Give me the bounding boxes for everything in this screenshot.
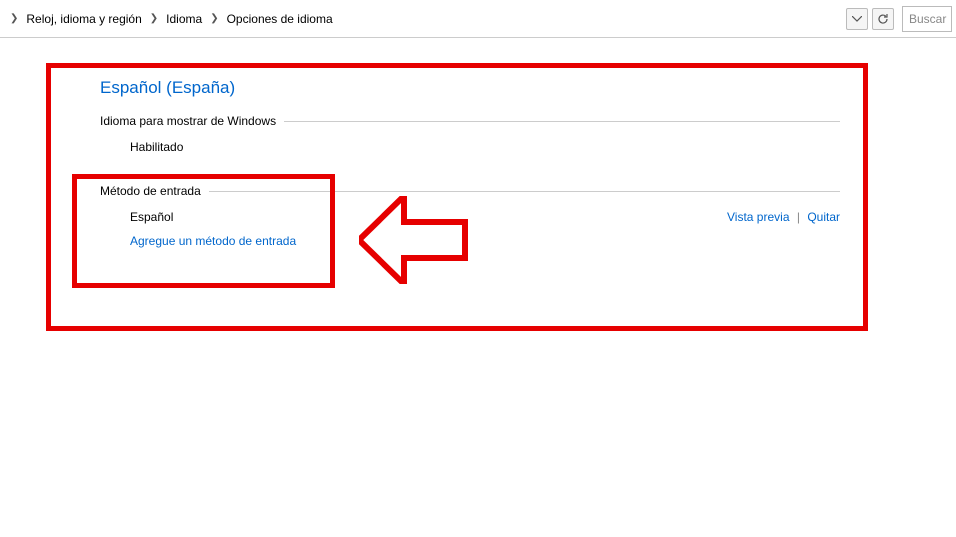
remove-link[interactable]: Quitar xyxy=(807,210,840,224)
separator: | xyxy=(793,210,804,224)
breadcrumb-item-options[interactable]: Opciones de idioma xyxy=(223,10,337,28)
add-input-method-link[interactable]: Agregue un método de entrada xyxy=(100,234,840,248)
history-dropdown-button[interactable] xyxy=(846,8,868,30)
display-language-status: Habilitado xyxy=(100,140,840,154)
chevron-right-icon[interactable]: ❯ xyxy=(6,13,22,24)
input-method-row: Español Vista previa | Quitar xyxy=(100,210,840,224)
input-method-name: Español xyxy=(130,210,173,224)
content-area: Español (España) Idioma para mostrar de … xyxy=(0,38,956,248)
breadcrumb-item-clock[interactable]: Reloj, idioma y región xyxy=(22,10,145,28)
search-placeholder: Buscar xyxy=(909,12,946,26)
page-title: Español (España) xyxy=(100,78,956,98)
breadcrumb: ❯ Reloj, idioma y región ❯ Idioma ❯ Opci… xyxy=(4,6,838,32)
input-method-section-header: Método de entrada xyxy=(100,184,840,198)
nav-controls xyxy=(846,8,894,30)
address-bar: ❯ Reloj, idioma y región ❯ Idioma ❯ Opci… xyxy=(0,0,956,38)
search-input[interactable]: Buscar xyxy=(902,6,952,32)
refresh-button[interactable] xyxy=(872,8,894,30)
input-method-label: Método de entrada xyxy=(100,184,209,198)
breadcrumb-item-language[interactable]: Idioma xyxy=(162,10,206,28)
input-method-actions: Vista previa | Quitar xyxy=(727,210,840,224)
divider xyxy=(284,121,840,122)
preview-link[interactable]: Vista previa xyxy=(727,210,789,224)
chevron-right-icon[interactable]: ❯ xyxy=(146,13,162,24)
display-language-section-header: Idioma para mostrar de Windows xyxy=(100,114,840,128)
display-language-label: Idioma para mostrar de Windows xyxy=(100,114,284,128)
chevron-right-icon[interactable]: ❯ xyxy=(206,13,222,24)
divider xyxy=(209,191,840,192)
